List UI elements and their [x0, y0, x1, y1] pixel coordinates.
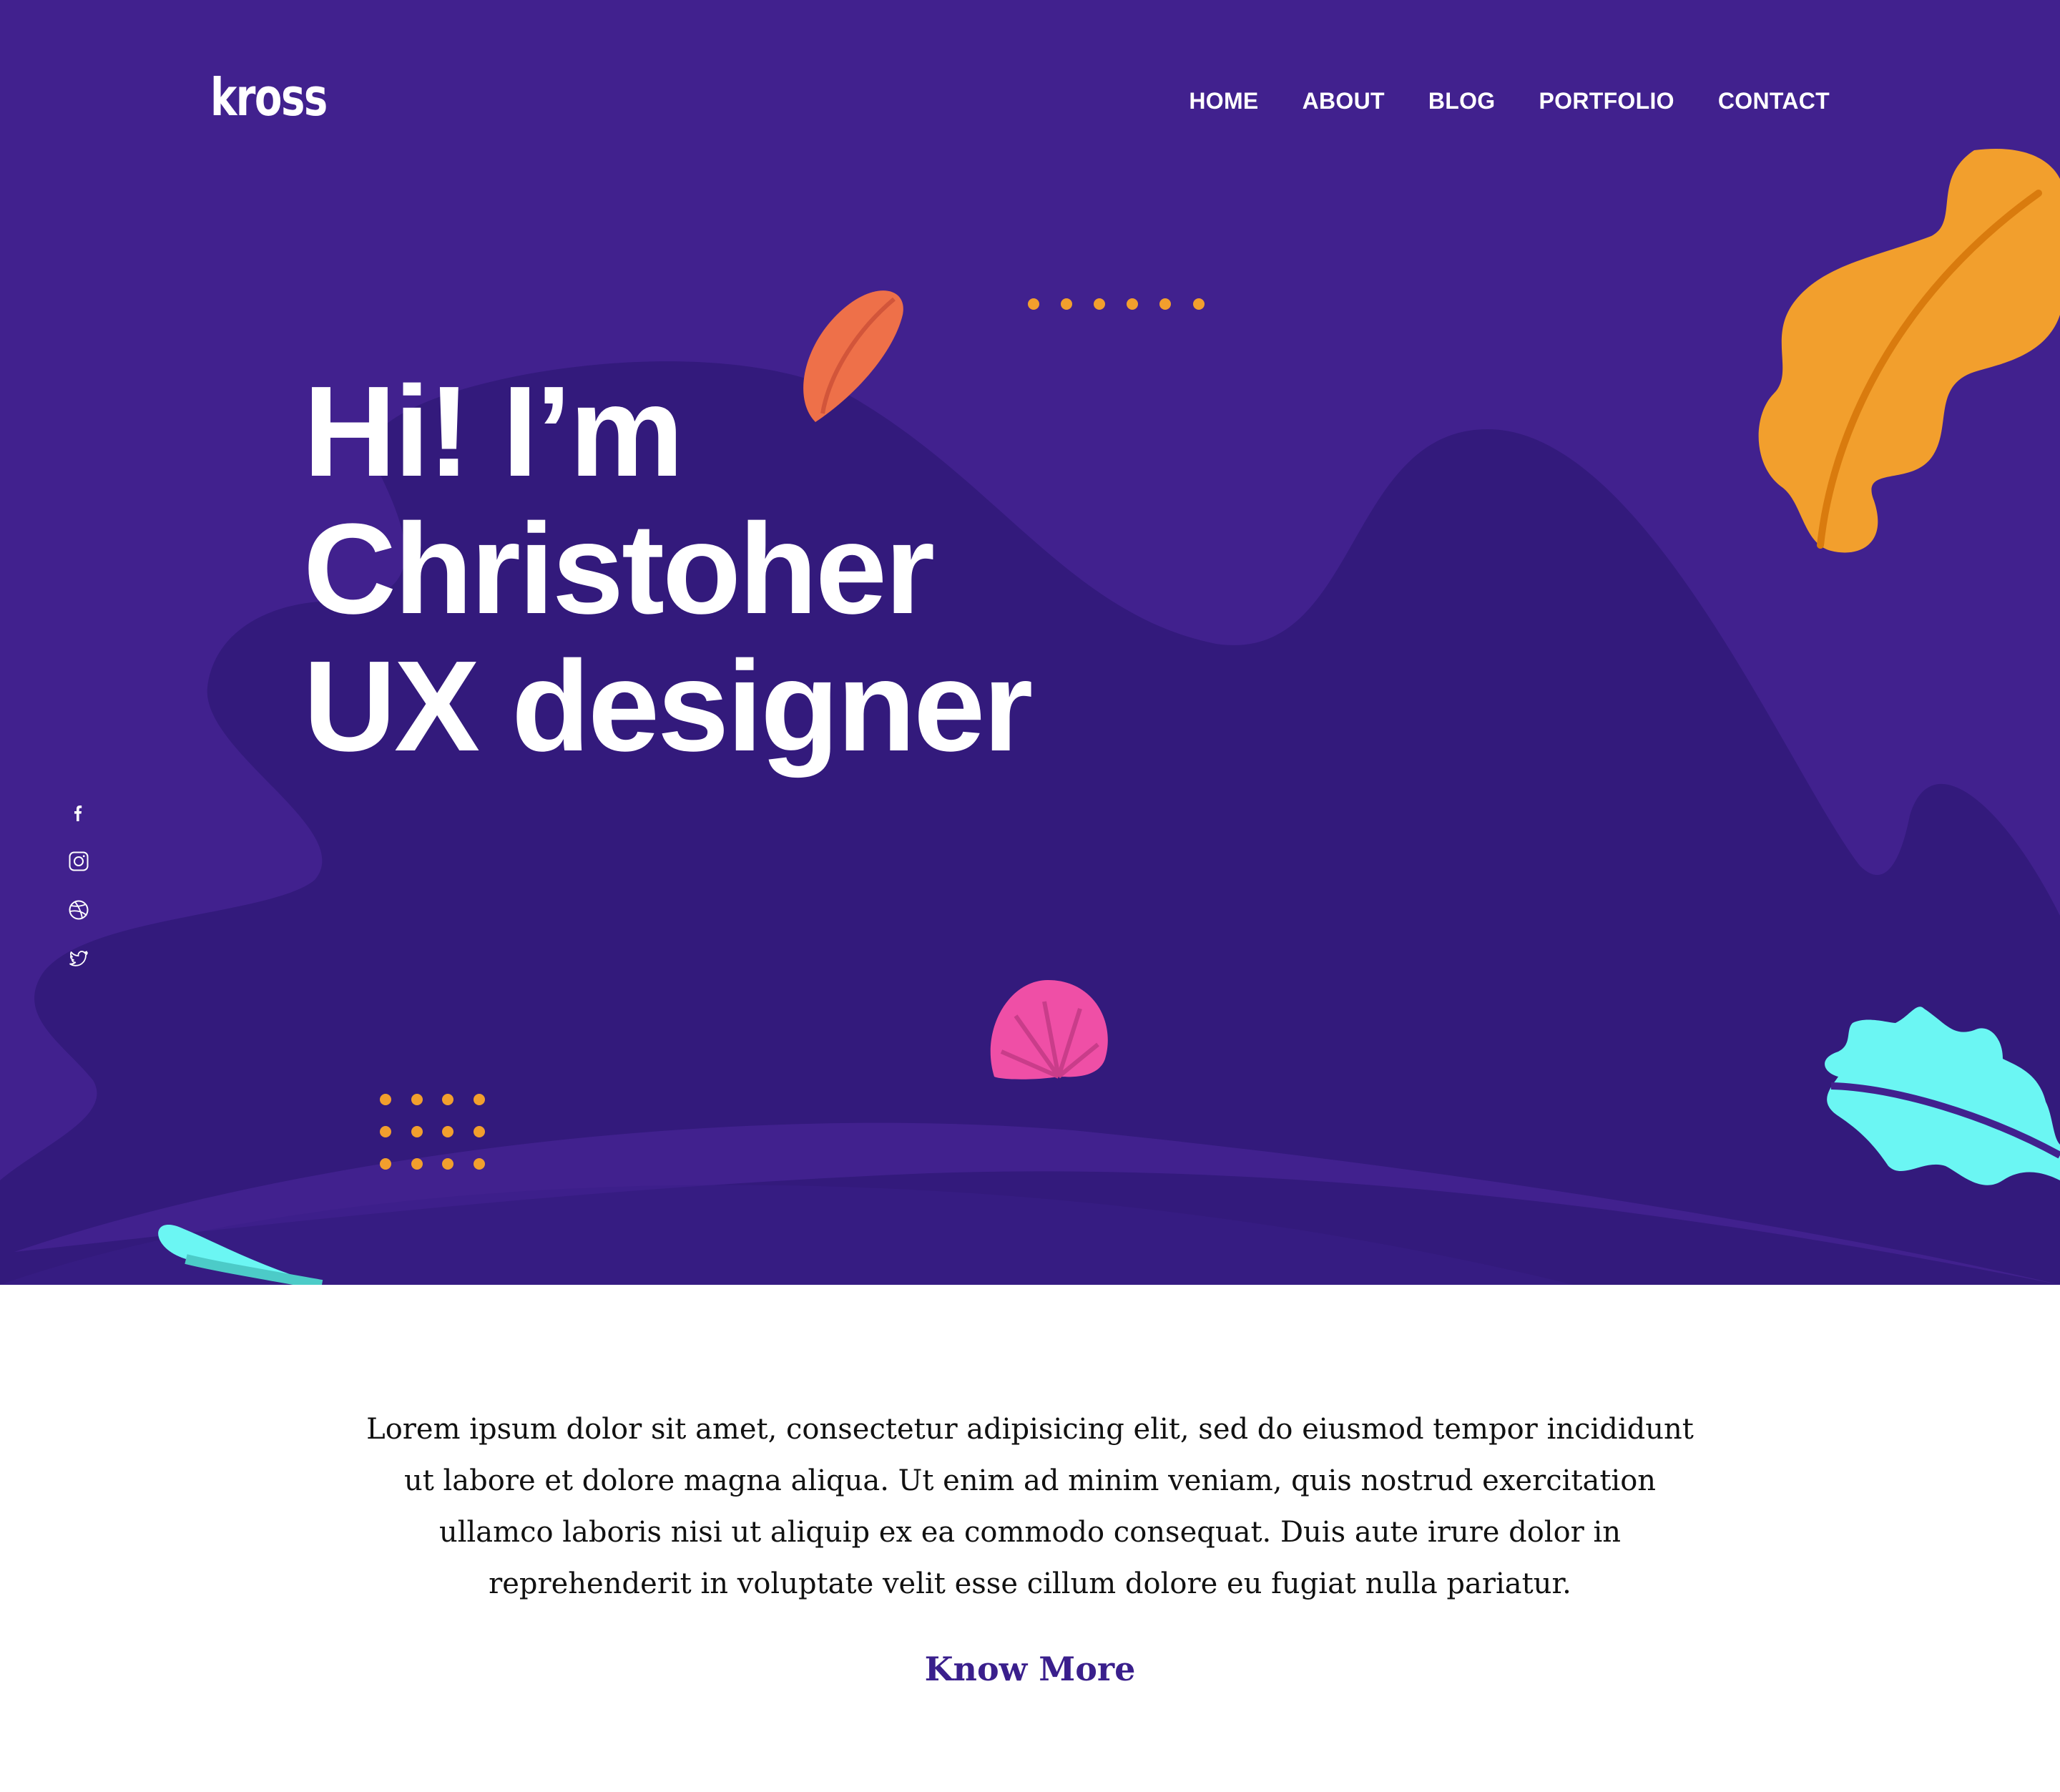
nav-blog[interactable]: BLOG: [1428, 89, 1496, 112]
social-links: [67, 801, 90, 970]
dribbble-icon[interactable]: [67, 899, 90, 921]
nav-contact[interactable]: CONTACT: [1718, 89, 1830, 112]
nav-home[interactable]: HOME: [1189, 89, 1258, 112]
instagram-icon[interactable]: [67, 850, 90, 873]
know-more-link[interactable]: Know More: [0, 1653, 2060, 1685]
orange-leaf: [1758, 149, 2060, 553]
main-nav: HOME ABOUT BLOG PORTFOLIO CONTACT: [1189, 89, 1830, 112]
hero-headline: Hi! I’m Christoher UX designer: [303, 360, 1033, 778]
nav-portfolio[interactable]: PORTFOLIO: [1539, 89, 1674, 112]
hero-section: kross HOME ABOUT BLOG PORTFOLIO CONTACT …: [0, 0, 2060, 1285]
facebook-icon[interactable]: [67, 801, 90, 824]
intro-paragraph: Lorem ipsum dolor sit amet, consectetur …: [366, 1413, 1694, 1600]
intro-section: Lorem ipsum dolor sit amet, consectetur …: [0, 1285, 2060, 1792]
nav-about[interactable]: ABOUT: [1303, 89, 1385, 112]
headline-line-1: Hi! I’m: [303, 360, 684, 504]
orange-dots-row: [1028, 298, 1205, 310]
headline-line-3: UX designer: [303, 635, 1033, 778]
twitter-icon[interactable]: [67, 947, 90, 970]
headline-line-2: Christoher: [303, 497, 935, 641]
site-logo[interactable]: kross: [210, 72, 328, 123]
